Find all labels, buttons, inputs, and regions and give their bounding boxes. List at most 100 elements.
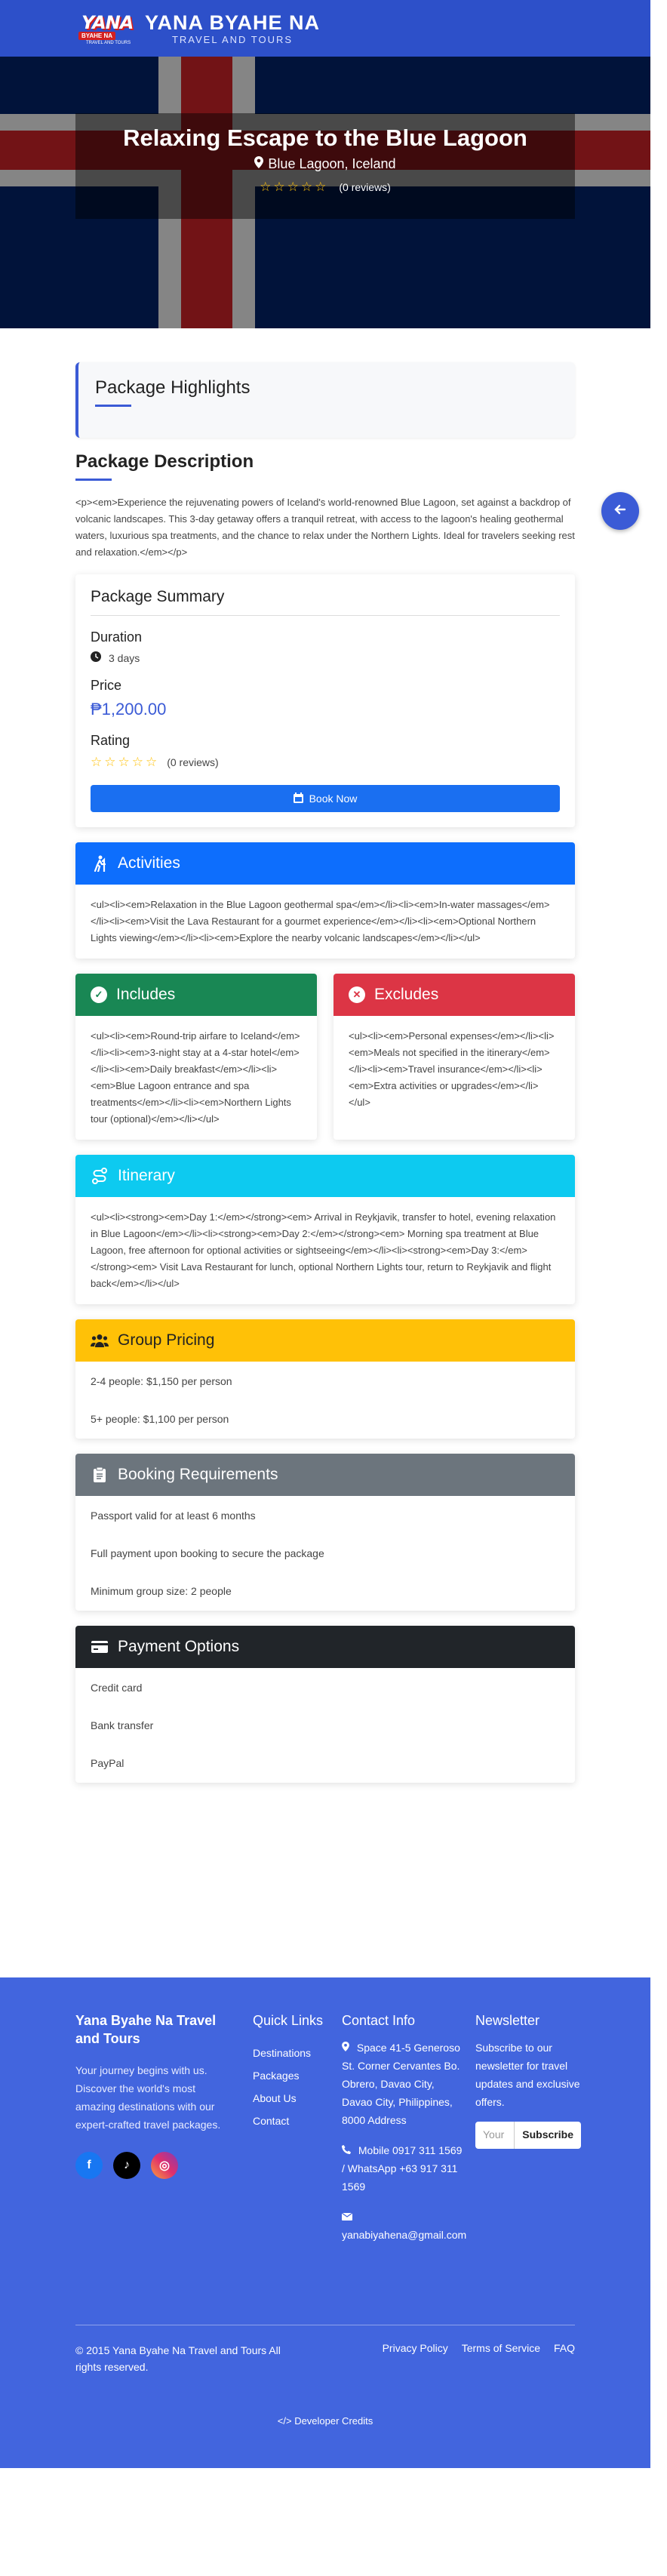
footer-tagline: Your journey begins with us. Discover th… xyxy=(75,2064,221,2131)
credit-card-icon xyxy=(91,1638,109,1656)
duration-text: 3 days xyxy=(109,651,140,664)
logo-tag: TRAVEL AND TOURS xyxy=(86,40,131,45)
calendar-icon xyxy=(293,792,303,805)
newsletter-form: Your Subscribe xyxy=(475,2122,581,2149)
footer-legal-links: Privacy Policy Terms of Service FAQ xyxy=(383,2342,575,2375)
route-icon xyxy=(91,1167,109,1185)
itinerary-card: Itinerary <ul><li><strong><em>Day 1:</em… xyxy=(75,1155,575,1304)
group-pricing-card: Group Pricing 2-4 people: $1,150 per per… xyxy=(75,1319,575,1439)
excludes-header: ✕ Excludes xyxy=(334,974,575,1016)
list-item: Passport valid for at least 6 months xyxy=(91,1510,256,1522)
group-pricing-title: Group Pricing xyxy=(118,1331,215,1349)
clock-icon xyxy=(91,651,101,664)
footer-link-packages[interactable]: Packages xyxy=(253,2064,328,2087)
quick-links-title: Quick Links xyxy=(253,2013,324,2028)
users-icon xyxy=(91,1331,109,1350)
excludes-text: <ul><li><em>Personal expenses</em></li><… xyxy=(349,1030,555,1108)
itinerary-text: <ul><li><strong><em>Day 1:</em></strong>… xyxy=(91,1211,556,1289)
includes-header: ✓ Includes xyxy=(75,974,317,1016)
footer-bottom: © 2015 Yana Byahe Na Travel and Tours Al… xyxy=(75,2325,575,2375)
top-navbar: YANA BYAHE NA TRAVEL AND TOURS YANA BYAH… xyxy=(0,0,650,57)
footer-quick-links: Quick Links Destinations Packages About … xyxy=(253,2011,328,2132)
activities-text: <ul><li><em>Relaxation in the Blue Lagoo… xyxy=(91,899,550,943)
book-now-button[interactable]: Book Now xyxy=(91,785,560,812)
social-links: f ♪ ◎ xyxy=(75,2152,226,2179)
list-item: Minimum group size: 2 people xyxy=(91,1585,232,1597)
envelope-icon xyxy=(341,2211,353,2223)
contact-email[interactable]: yanabiyahena@gmail.com xyxy=(341,2208,467,2244)
facebook-icon[interactable]: f xyxy=(75,2152,103,2179)
package-location: Blue Lagoon, Iceland xyxy=(75,156,575,172)
contact-title: Contact Info xyxy=(342,2013,416,2028)
copyright-text: © 2015 Yana Byahe Na Travel and Tours Al… xyxy=(75,2344,281,2373)
description-title: Package Description xyxy=(75,451,254,472)
rating-label: Rating xyxy=(91,733,131,748)
list-item: Bank transfer xyxy=(91,1719,154,1731)
main-content: Package Highlights Package Description <… xyxy=(75,362,575,1783)
hero-caption: Relaxing Escape to the Blue Lagoon Blue … xyxy=(75,113,575,219)
email-text: yanabiyahena@gmail.com xyxy=(342,2229,467,2241)
list-item: PayPal xyxy=(91,1757,124,1769)
booking-requirements-header: Booking Requirements xyxy=(75,1454,575,1496)
hiking-icon xyxy=(91,854,109,873)
address-text: Space 41-5 Generoso St. Corner Cervantes… xyxy=(342,2042,460,2126)
list-item: 2-4 people: $1,150 per person xyxy=(91,1375,232,1387)
newsletter-email-input[interactable]: Your xyxy=(475,2122,515,2149)
rating-value: ☆☆☆☆☆ (0 reviews) xyxy=(91,755,560,770)
duration-label: Duration xyxy=(91,629,143,645)
x-circle-icon: ✕ xyxy=(349,986,365,1003)
activities-title: Activities xyxy=(118,854,180,872)
highlights-card: Package Highlights xyxy=(75,362,575,438)
price-value: ₱1,200.00 xyxy=(91,700,167,719)
duration-value: 3 days xyxy=(91,651,560,664)
developer-credits[interactable]: </> Developer Credits xyxy=(0,2415,650,2427)
group-pricing-list: 2-4 people: $1,150 per person 5+ people:… xyxy=(75,1362,575,1439)
includes-title: Includes xyxy=(116,986,176,1003)
payment-options-card: Payment Options Credit card Bank transfe… xyxy=(75,1626,575,1783)
privacy-policy-link[interactable]: Privacy Policy xyxy=(383,2342,448,2375)
contact-phone: Mobile 0917 311 1569 / WhatsApp +63 917 … xyxy=(342,2141,463,2196)
excludes-card: ✕ Excludes <ul><li><em>Personal expenses… xyxy=(334,974,575,1140)
newsletter-text: Subscribe to our newsletter for travel u… xyxy=(475,2042,580,2108)
hero-banner: Relaxing Escape to the Blue Lagoon Blue … xyxy=(0,57,650,328)
map-pin-icon xyxy=(342,2042,352,2054)
tiktok-icon[interactable]: ♪ xyxy=(113,2152,140,2179)
contact-address: Space 41-5 Generoso St. Corner Cervantes… xyxy=(342,2039,463,2129)
payment-options-title: Payment Options xyxy=(118,1638,240,1655)
terms-link[interactable]: Terms of Service xyxy=(462,2342,540,2375)
footer-link-about[interactable]: About Us xyxy=(253,2087,328,2110)
includes-excludes-row: ✓ Includes <ul><li><em>Round-trip airfar… xyxy=(75,974,575,1140)
brand[interactable]: YANA BYAHE NA TRAVEL AND TOURS xyxy=(145,11,320,45)
group-pricing-header: Group Pricing xyxy=(75,1319,575,1362)
list-item: Full payment upon booking to secure the … xyxy=(91,1547,324,1559)
footer-link-contact[interactable]: Contact xyxy=(253,2110,328,2132)
footer-newsletter: Newsletter Subscribe to our newsletter f… xyxy=(475,2011,581,2149)
code-icon: </> xyxy=(277,2415,292,2427)
title-underline xyxy=(75,479,112,481)
logo[interactable]: YANA BYAHE NA TRAVEL AND TOURS xyxy=(75,9,136,48)
credits-label: Developer Credits xyxy=(294,2415,373,2427)
highlights-title: Package Highlights xyxy=(95,377,251,398)
price-label: Price xyxy=(91,678,122,693)
check-circle-icon: ✓ xyxy=(91,986,107,1003)
instagram-icon[interactable]: ◎ xyxy=(151,2152,178,2179)
logo-main: YANA xyxy=(81,11,134,33)
site-footer: Yana Byahe Na Travel and Tours Your jour… xyxy=(0,1977,650,2468)
faq-link[interactable]: FAQ xyxy=(554,2342,575,2375)
hero-rating: ☆☆☆☆☆ (0 reviews) xyxy=(75,180,575,195)
subscribe-button[interactable]: Subscribe xyxy=(514,2122,581,2149)
phone-text: Mobile 0917 311 1569 / WhatsApp +63 917 … xyxy=(342,2144,463,2193)
back-button[interactable] xyxy=(601,492,639,530)
logo-sub: BYAHE NA xyxy=(78,31,116,40)
newsletter-title: Newsletter xyxy=(475,2013,540,2028)
brand-title: YANA BYAHE NA xyxy=(145,11,321,34)
star-rating-icon: ☆☆☆☆☆ xyxy=(91,755,160,769)
review-count: (0 reviews) xyxy=(339,181,391,193)
includes-card: ✓ Includes <ul><li><em>Round-trip airfar… xyxy=(75,974,317,1140)
list-item: 5+ people: $1,100 per person xyxy=(91,1413,229,1425)
title-underline xyxy=(95,405,131,407)
book-now-label: Book Now xyxy=(309,792,358,805)
booking-requirements-title: Booking Requirements xyxy=(118,1466,278,1483)
footer-about: Yana Byahe Na Travel and Tours Your jour… xyxy=(75,2011,226,2179)
footer-link-destinations[interactable]: Destinations xyxy=(253,2042,328,2064)
